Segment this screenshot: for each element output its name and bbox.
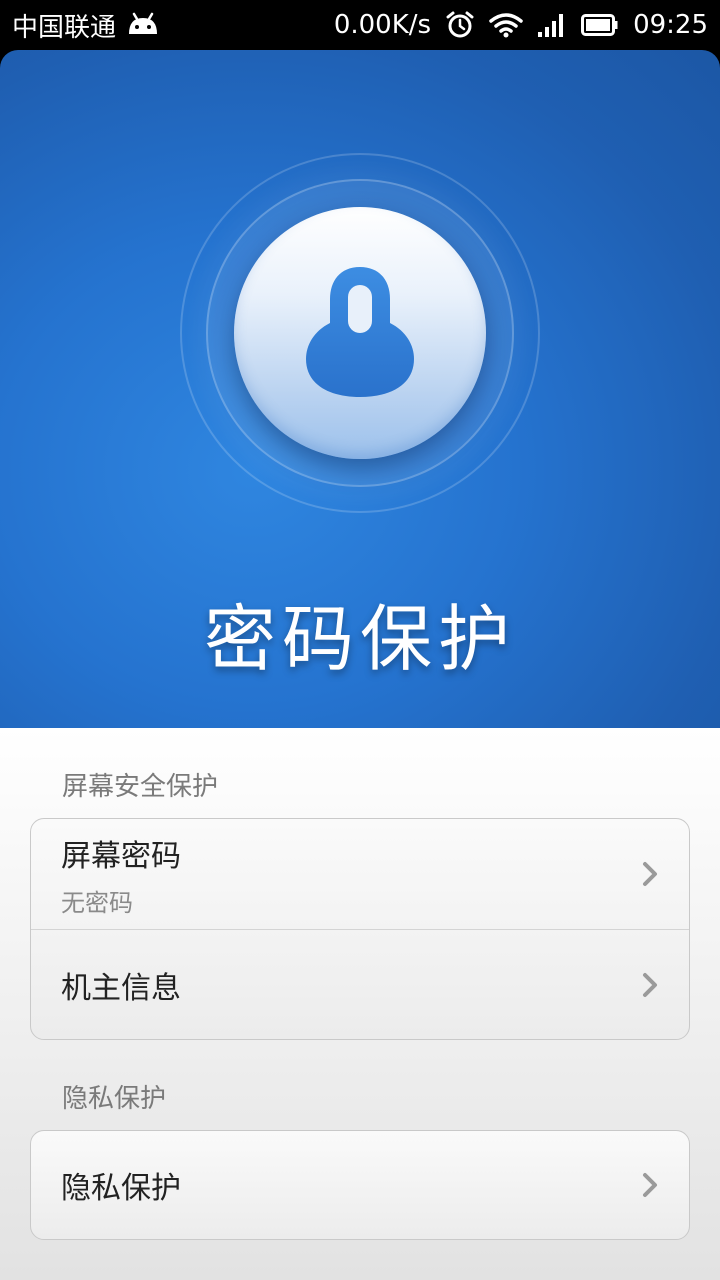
carrier-label: 中国联通 bbox=[12, 12, 117, 43]
section-header-privacy: 隐私保护 bbox=[62, 1084, 167, 1114]
privacy-protection-title: 隐私保护 bbox=[61, 1171, 181, 1206]
status-right: 0.00K/s 09:25 bbox=[334, 10, 708, 40]
section-header-screen-security: 屏幕安全保护 bbox=[62, 772, 219, 802]
privacy-protection-item[interactable]: 隐私保护 bbox=[31, 1131, 689, 1239]
privacy-card: 隐私保护 bbox=[30, 1130, 690, 1240]
screen-password-status: 无密码 bbox=[61, 888, 133, 917]
battery-icon bbox=[581, 13, 619, 37]
lock-disc bbox=[234, 207, 486, 459]
owner-info-title: 机主信息 bbox=[61, 970, 181, 1006]
chevron-right-icon bbox=[639, 1170, 661, 1200]
screen-security-card: 屏幕密码 无密码 机主信息 bbox=[30, 818, 690, 1040]
wifi-icon bbox=[489, 12, 523, 38]
chevron-right-icon bbox=[639, 859, 661, 889]
screen-password-item[interactable]: 屏幕密码 无密码 bbox=[31, 819, 689, 929]
status-bar: 中国联通 0.00K/s 09:25 bbox=[0, 0, 720, 50]
chevron-right-icon bbox=[639, 970, 661, 1000]
android-icon bbox=[126, 12, 160, 38]
lock-icon bbox=[300, 261, 420, 405]
clock: 09:25 bbox=[633, 10, 708, 40]
status-left: 中国联通 bbox=[12, 7, 160, 44]
settings-content: 屏幕安全保护 屏幕密码 无密码 机主信息 隐私保护 隐私保护 bbox=[0, 728, 720, 1280]
screen-password-text: 屏幕密码 无密码 bbox=[61, 831, 181, 918]
alarm-icon bbox=[445, 10, 475, 40]
network-speed: 0.00K/s bbox=[333, 10, 432, 40]
signal-icon bbox=[537, 12, 567, 38]
hero-banner: 密码保护 bbox=[0, 50, 720, 728]
owner-info-item[interactable]: 机主信息 bbox=[31, 929, 689, 1039]
page-title: 密码保护 bbox=[203, 597, 516, 681]
screen-password-title: 屏幕密码 bbox=[61, 838, 181, 874]
